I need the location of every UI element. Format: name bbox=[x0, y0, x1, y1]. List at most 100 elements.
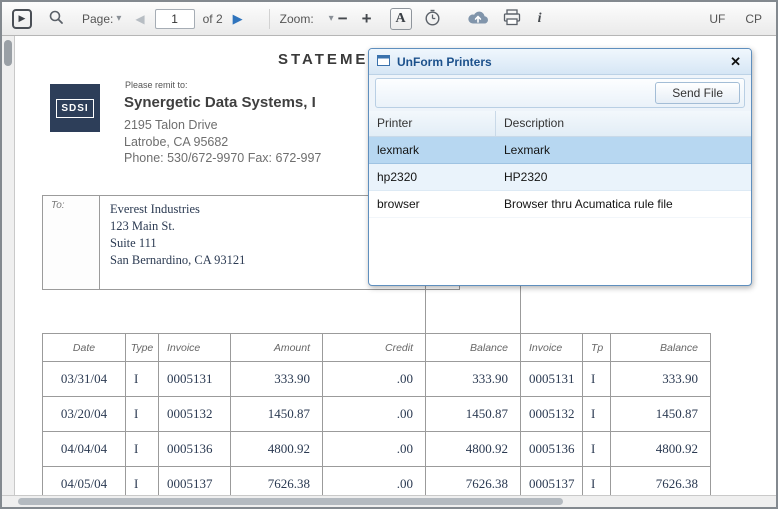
horizontal-scrollbar-thumb[interactable] bbox=[18, 498, 563, 505]
cell: .00 bbox=[323, 397, 426, 432]
cell: I bbox=[583, 362, 611, 397]
cell: 04/05/04 bbox=[43, 467, 126, 496]
printer-name: hp2320 bbox=[369, 164, 496, 191]
dialog-toolbar-panel: Send File bbox=[375, 78, 745, 108]
column-header: Balance bbox=[426, 334, 521, 362]
cell: 0005131 bbox=[159, 362, 231, 397]
printer-description: Browser thru Acumatica rule file bbox=[496, 191, 751, 218]
cell: 333.90 bbox=[426, 362, 521, 397]
cell: I bbox=[126, 432, 159, 467]
cell: I bbox=[126, 362, 159, 397]
horizontal-scrollbar[interactable] bbox=[2, 495, 776, 507]
sdsi-logo: SDSI bbox=[50, 84, 100, 132]
dialog-title: UnForm Printers bbox=[397, 55, 728, 69]
printer-row-lexmark[interactable]: lexmark Lexmark bbox=[369, 137, 751, 164]
zoom-in-button[interactable]: + bbox=[362, 9, 372, 29]
column-header: Credit bbox=[323, 334, 426, 362]
column-header: Invoice bbox=[159, 334, 231, 362]
cell: 0005132 bbox=[521, 397, 583, 432]
cell: 04/04/04 bbox=[43, 432, 126, 467]
zoom-label: Zoom: bbox=[280, 12, 314, 26]
recipient-line: 123 Main St. bbox=[110, 218, 245, 235]
cell: 7626.38 bbox=[611, 467, 711, 496]
toolbar: ▶ Page: ▾ ◀ of 2 ▶ Zoom: ▾ − + A bbox=[2, 2, 776, 36]
page-number-input[interactable] bbox=[155, 9, 195, 29]
toolbar-separator bbox=[269, 9, 270, 29]
text-annotation-label: A bbox=[396, 11, 406, 27]
column-header: Type bbox=[126, 334, 159, 362]
cell: 0005136 bbox=[521, 432, 583, 467]
cell: 333.90 bbox=[611, 362, 711, 397]
sdsi-logo-text: SDSI bbox=[56, 99, 93, 118]
next-page-button[interactable]: ▶ bbox=[233, 11, 243, 27]
page-label: Page: bbox=[82, 12, 113, 26]
vertical-scrollbar-thumb[interactable] bbox=[4, 40, 12, 66]
open-viewer-button[interactable]: ▶ bbox=[12, 9, 32, 29]
page-dropdown-chevron-icon[interactable]: ▾ bbox=[116, 13, 121, 24]
clock-icon bbox=[424, 9, 441, 29]
cell: I bbox=[583, 397, 611, 432]
company-address-line2: Latrobe, CA 95682 bbox=[124, 134, 321, 151]
cell: 7626.38 bbox=[426, 467, 521, 496]
recipient-line: Everest Industries bbox=[110, 201, 245, 218]
play-icon: ▶ bbox=[19, 13, 26, 24]
cell: 1450.87 bbox=[231, 397, 323, 432]
cell: 0005137 bbox=[521, 467, 583, 496]
cell: 0005132 bbox=[159, 397, 231, 432]
statement-table: Date Type Invoice Amount Credit Balance … bbox=[42, 333, 711, 495]
column-header: Balance bbox=[611, 334, 711, 362]
cell: 03/20/04 bbox=[43, 397, 126, 432]
close-icon[interactable]: ✕ bbox=[728, 54, 743, 70]
column-header: Amount bbox=[231, 334, 323, 362]
statement-row: 03/31/04 I 0005131 333.90 .00 333.90 000… bbox=[43, 362, 711, 397]
recipient-address: Everest Industries 123 Main St. Suite 11… bbox=[110, 201, 245, 269]
to-label: To: bbox=[43, 196, 100, 289]
cell: 4800.92 bbox=[611, 432, 711, 467]
cell: 333.90 bbox=[231, 362, 323, 397]
upload-button[interactable] bbox=[467, 9, 489, 28]
text-annotation-button[interactable]: A bbox=[390, 8, 412, 30]
statement-column-rule bbox=[425, 286, 426, 333]
printer-description: HP2320 bbox=[496, 164, 751, 191]
printer-row-browser[interactable]: browser Browser thru Acumatica rule file bbox=[369, 191, 751, 218]
company-address: 2195 Talon Drive Latrobe, CA 95682 Phone… bbox=[124, 117, 321, 167]
cell: 03/31/04 bbox=[43, 362, 126, 397]
statement-row: 03/20/04 I 0005132 1450.87 .00 1450.87 0… bbox=[43, 397, 711, 432]
statement-row: 04/04/04 I 0005136 4800.92 .00 4800.92 0… bbox=[43, 432, 711, 467]
history-button[interactable] bbox=[424, 9, 441, 29]
search-button[interactable] bbox=[48, 9, 64, 28]
recipient-line: Suite 111 bbox=[110, 235, 245, 252]
cell: 0005136 bbox=[159, 432, 231, 467]
cell: 4800.92 bbox=[231, 432, 323, 467]
cell: I bbox=[583, 432, 611, 467]
statement-row: 04/05/04 I 0005137 7626.38 .00 7626.38 0… bbox=[43, 467, 711, 496]
cloud-upload-icon bbox=[467, 9, 489, 28]
zoom-out-button[interactable]: − bbox=[338, 9, 348, 29]
printer-row-hp2320[interactable]: hp2320 HP2320 bbox=[369, 164, 751, 191]
info-button[interactable]: i bbox=[533, 11, 547, 27]
column-header: Date bbox=[43, 334, 126, 362]
window-icon bbox=[377, 53, 390, 71]
page-total-label: of 2 bbox=[203, 12, 223, 26]
cell: 7626.38 bbox=[231, 467, 323, 496]
recipient-line: San Bernardino, CA 93121 bbox=[110, 252, 245, 269]
print-button[interactable] bbox=[503, 9, 521, 29]
cell: I bbox=[126, 467, 159, 496]
cell: 0005131 bbox=[521, 362, 583, 397]
statement-header-row: Date Type Invoice Amount Credit Balance … bbox=[43, 334, 711, 362]
search-icon bbox=[48, 9, 64, 28]
dialog-titlebar[interactable]: UnForm Printers ✕ bbox=[369, 49, 751, 75]
cell: 4800.92 bbox=[426, 432, 521, 467]
unform-printers-dialog: UnForm Printers ✕ Send File Printer Desc… bbox=[368, 48, 752, 286]
previous-page-button[interactable]: ◀ bbox=[135, 12, 144, 26]
dialog-toolbar: Send File bbox=[369, 75, 751, 111]
unform-viewer-window: ▶ Page: ▾ ◀ of 2 ▶ Zoom: ▾ − + A bbox=[0, 0, 778, 509]
zoom-dropdown-chevron-icon[interactable]: ▾ bbox=[329, 13, 334, 24]
info-icon: i bbox=[538, 11, 542, 27]
cell: 0005137 bbox=[159, 467, 231, 496]
vertical-scrollbar[interactable] bbox=[2, 36, 15, 495]
company-address-line1: 2195 Talon Drive bbox=[124, 117, 321, 134]
send-file-button[interactable]: Send File bbox=[655, 82, 740, 104]
statement-column-rule bbox=[520, 286, 521, 333]
printer-name: browser bbox=[369, 191, 496, 218]
